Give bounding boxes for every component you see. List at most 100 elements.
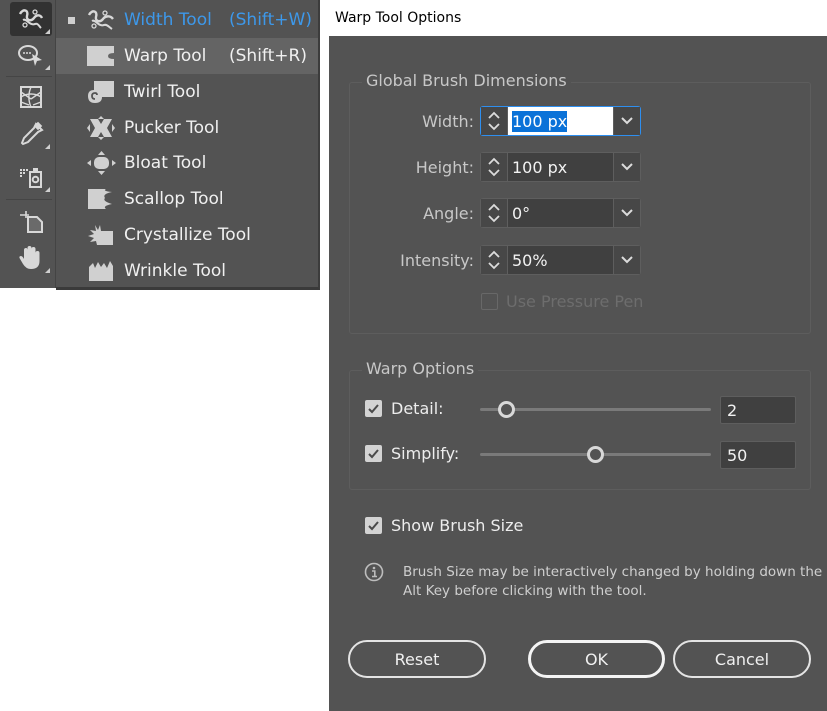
simplify-label: Simplify:: [391, 444, 460, 463]
cancel-button[interactable]: Cancel: [673, 640, 811, 678]
flyout-item-shortcut: (Shift+W): [229, 10, 312, 30]
flyout-item-pucker-tool[interactable]: Pucker Tool: [56, 110, 318, 146]
simplify-value-field[interactable]: 50: [720, 441, 796, 469]
width-label: Width:: [422, 112, 474, 131]
flyout-item-label: Warp Tool: [124, 46, 207, 66]
perspective-grid-icon: [20, 86, 42, 108]
flyout-item-label: Crystallize Tool: [124, 225, 251, 245]
up-down-arrows-icon: [488, 203, 500, 223]
eyedropper-tool-button[interactable]: [10, 117, 52, 151]
show-brush-size-label: Show Brush Size: [391, 516, 524, 535]
intensity-input[interactable]: 50%: [508, 246, 613, 274]
ok-button[interactable]: OK: [528, 640, 665, 678]
height-combo: 100 px: [480, 152, 641, 182]
warp-options-group: Warp Options: [349, 359, 811, 490]
angle-label: Angle:: [423, 204, 474, 223]
width-value-selected: 100 px: [512, 111, 568, 132]
flyout-item-label: Bloat Tool: [124, 153, 207, 173]
angle-input[interactable]: 0°: [508, 199, 613, 227]
perspective-grid-tool-button[interactable]: [10, 80, 52, 114]
width-combo: 100 px: [480, 106, 641, 136]
toolbar-divider: [6, 76, 52, 77]
toolbar-divider: [6, 199, 52, 200]
show-brush-size-checkbox[interactable]: [365, 517, 382, 534]
intensity-combo: 50%: [480, 245, 641, 275]
simplify-checkbox[interactable]: [365, 445, 382, 462]
bloat-tool-icon: [87, 151, 116, 175]
use-pressure-pen-label: Use Pressure Pen: [506, 292, 644, 311]
up-down-arrows-icon: [488, 250, 500, 270]
height-dropdown-button[interactable]: [613, 153, 640, 181]
flyout-indicator: [45, 144, 50, 149]
twirl-tool-icon: [88, 81, 114, 103]
width-tool-icon: [87, 10, 114, 30]
flyout-item-label: Twirl Tool: [124, 82, 201, 102]
use-pressure-pen-checkbox[interactable]: [481, 293, 498, 310]
current-tool-bullet: [68, 16, 75, 24]
flyout-item-label: Pucker Tool: [124, 118, 220, 138]
flyout-indicator: [45, 187, 50, 192]
shape-builder-tool-button[interactable]: [10, 38, 52, 72]
width-stepper[interactable]: [481, 107, 508, 135]
slider-thumb[interactable]: [497, 401, 515, 418]
simplify-slider[interactable]: [480, 444, 711, 464]
tools-panel: [0, 0, 56, 288]
height-input[interactable]: 100 px: [508, 153, 613, 181]
artboard-tool-button[interactable]: [10, 204, 52, 238]
artboard-icon: [20, 211, 43, 233]
flyout-item-width-tool[interactable]: Width Tool (Shift+W): [56, 2, 318, 38]
crystallize-tool-icon: [88, 225, 113, 245]
up-down-arrows-icon: [488, 157, 500, 177]
chevron-down-icon: [621, 256, 633, 264]
wrinkle-tool-icon: [89, 261, 113, 281]
liquify-tools-flyout: Width Tool (Shift+W) Warp Tool (Shift+R)…: [56, 0, 320, 290]
intensity-dropdown-button[interactable]: [613, 246, 640, 274]
chevron-down-icon: [621, 117, 633, 125]
flyout-indicator: [45, 29, 50, 34]
chevron-down-icon: [621, 163, 633, 171]
reset-button[interactable]: Reset: [348, 640, 486, 678]
info-text: Brush Size may be interactively changed …: [403, 564, 823, 599]
info-icon: [364, 562, 384, 582]
flyout-indicator: [45, 65, 50, 70]
symbol-sprayer-tool-button[interactable]: [10, 160, 52, 194]
detail-label: Detail:: [391, 399, 444, 418]
pucker-tool-icon: [87, 116, 115, 140]
scallop-tool-icon: [88, 189, 112, 209]
flyout-item-scallop-tool[interactable]: Scallop Tool: [56, 181, 318, 217]
dialog-title: Warp Tool Options: [329, 0, 827, 36]
checkmark-icon: [368, 521, 379, 531]
flyout-item-crystallize-tool[interactable]: Crystallize Tool: [56, 217, 318, 253]
flyout-item-warp-tool[interactable]: Warp Tool (Shift+R): [56, 38, 318, 74]
flyout-item-bloat-tool[interactable]: Bloat Tool: [56, 145, 318, 181]
detail-checkbox[interactable]: [365, 400, 382, 417]
width-input[interactable]: 100 px: [508, 107, 613, 135]
detail-value-field[interactable]: 2: [720, 396, 796, 424]
intensity-stepper[interactable]: [481, 246, 508, 274]
width-tool-button[interactable]: [10, 2, 52, 36]
hand-icon: [19, 246, 40, 269]
group-title: Warp Options: [362, 359, 479, 378]
chevron-down-icon: [621, 209, 633, 217]
group-title: Global Brush Dimensions: [362, 71, 571, 90]
warp-tool-options-dialog: Warp Tool Options Global Brush Dimension…: [329, 0, 827, 711]
flyout-item-label: Scallop Tool: [124, 189, 224, 209]
up-down-arrows-icon: [488, 111, 500, 131]
hand-tool-button[interactable]: [10, 241, 52, 275]
flyout-item-label: Width Tool: [124, 10, 212, 30]
detail-slider[interactable]: [480, 399, 711, 419]
flyout-item-wrinkle-tool[interactable]: Wrinkle Tool: [56, 253, 318, 289]
width-dropdown-button[interactable]: [613, 107, 640, 135]
angle-stepper[interactable]: [481, 199, 508, 227]
flyout-item-twirl-tool[interactable]: Twirl Tool: [56, 74, 318, 110]
width-tool-icon: [18, 9, 44, 29]
flyout-item-shortcut: (Shift+R): [229, 46, 307, 66]
height-stepper[interactable]: [481, 153, 508, 181]
shape-builder-icon: [18, 45, 42, 66]
eyedropper-icon: [20, 121, 44, 146]
angle-combo: 0°: [480, 198, 641, 228]
slider-thumb[interactable]: [587, 446, 605, 463]
checkmark-icon: [368, 449, 379, 459]
checkmark-icon: [368, 404, 379, 414]
angle-dropdown-button[interactable]: [613, 199, 640, 227]
